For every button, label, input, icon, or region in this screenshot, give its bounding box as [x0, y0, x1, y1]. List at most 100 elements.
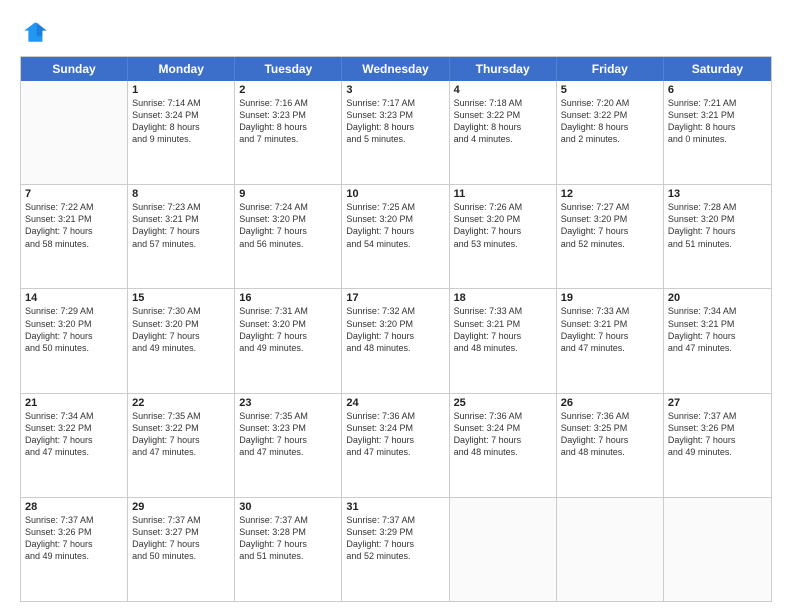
- logo: [20, 18, 52, 46]
- daylight-text: Daylight: 7 hours: [561, 434, 659, 446]
- cal-cell: 15Sunrise: 7:30 AMSunset: 3:20 PMDayligh…: [128, 289, 235, 392]
- page: SundayMondayTuesdayWednesdayThursdayFrid…: [0, 0, 792, 612]
- sunrise-text: Sunrise: 7:16 AM: [239, 97, 337, 109]
- daylight-text: Daylight: 8 hours: [346, 121, 444, 133]
- sunrise-text: Sunrise: 7:34 AM: [668, 305, 767, 317]
- cal-cell: 30Sunrise: 7:37 AMSunset: 3:28 PMDayligh…: [235, 498, 342, 601]
- cal-header-sunday: Sunday: [21, 57, 128, 81]
- sunrise-text: Sunrise: 7:25 AM: [346, 201, 444, 213]
- sunset-text: Sunset: 3:20 PM: [25, 318, 123, 330]
- daylight-hours-text: and 47 minutes.: [561, 342, 659, 354]
- cal-cell: 29Sunrise: 7:37 AMSunset: 3:27 PMDayligh…: [128, 498, 235, 601]
- sunrise-text: Sunrise: 7:26 AM: [454, 201, 552, 213]
- daylight-text: Daylight: 7 hours: [346, 330, 444, 342]
- sunset-text: Sunset: 3:28 PM: [239, 526, 337, 538]
- day-number: 28: [25, 501, 123, 513]
- sunrise-text: Sunrise: 7:30 AM: [132, 305, 230, 317]
- daylight-text: Daylight: 7 hours: [346, 434, 444, 446]
- sunrise-text: Sunrise: 7:37 AM: [239, 514, 337, 526]
- cal-cell: [557, 498, 664, 601]
- daylight-hours-text: and 48 minutes.: [561, 446, 659, 458]
- logo-icon: [20, 18, 48, 46]
- day-number: 29: [132, 501, 230, 513]
- sunset-text: Sunset: 3:23 PM: [239, 422, 337, 434]
- sunset-text: Sunset: 3:22 PM: [561, 109, 659, 121]
- sunset-text: Sunset: 3:21 PM: [454, 318, 552, 330]
- sunrise-text: Sunrise: 7:36 AM: [454, 410, 552, 422]
- day-number: 31: [346, 501, 444, 513]
- cal-cell: 27Sunrise: 7:37 AMSunset: 3:26 PMDayligh…: [664, 394, 771, 497]
- cal-cell: 9Sunrise: 7:24 AMSunset: 3:20 PMDaylight…: [235, 185, 342, 288]
- daylight-hours-text: and 49 minutes.: [668, 446, 767, 458]
- cal-cell: 10Sunrise: 7:25 AMSunset: 3:20 PMDayligh…: [342, 185, 449, 288]
- cal-cell: 18Sunrise: 7:33 AMSunset: 3:21 PMDayligh…: [450, 289, 557, 392]
- daylight-hours-text: and 49 minutes.: [239, 342, 337, 354]
- sunrise-text: Sunrise: 7:37 AM: [668, 410, 767, 422]
- cal-cell: 4Sunrise: 7:18 AMSunset: 3:22 PMDaylight…: [450, 81, 557, 184]
- day-number: 16: [239, 292, 337, 304]
- daylight-text: Daylight: 7 hours: [454, 434, 552, 446]
- day-number: 27: [668, 397, 767, 409]
- daylight-text: Daylight: 7 hours: [25, 330, 123, 342]
- sunset-text: Sunset: 3:21 PM: [668, 318, 767, 330]
- cal-header-thursday: Thursday: [450, 57, 557, 81]
- sunset-text: Sunset: 3:20 PM: [346, 318, 444, 330]
- daylight-hours-text: and 56 minutes.: [239, 238, 337, 250]
- daylight-hours-text: and 47 minutes.: [668, 342, 767, 354]
- daylight-hours-text: and 48 minutes.: [346, 342, 444, 354]
- day-number: 3: [346, 84, 444, 96]
- sunset-text: Sunset: 3:20 PM: [239, 213, 337, 225]
- cal-cell: 19Sunrise: 7:33 AMSunset: 3:21 PMDayligh…: [557, 289, 664, 392]
- sunset-text: Sunset: 3:21 PM: [668, 109, 767, 121]
- cal-cell: 1Sunrise: 7:14 AMSunset: 3:24 PMDaylight…: [128, 81, 235, 184]
- sunrise-text: Sunrise: 7:20 AM: [561, 97, 659, 109]
- cal-cell: 23Sunrise: 7:35 AMSunset: 3:23 PMDayligh…: [235, 394, 342, 497]
- sunset-text: Sunset: 3:26 PM: [668, 422, 767, 434]
- cal-cell: 22Sunrise: 7:35 AMSunset: 3:22 PMDayligh…: [128, 394, 235, 497]
- daylight-hours-text: and 54 minutes.: [346, 238, 444, 250]
- daylight-hours-text: and 47 minutes.: [25, 446, 123, 458]
- daylight-text: Daylight: 7 hours: [132, 434, 230, 446]
- cal-cell: 14Sunrise: 7:29 AMSunset: 3:20 PMDayligh…: [21, 289, 128, 392]
- day-number: 14: [25, 292, 123, 304]
- sunrise-text: Sunrise: 7:33 AM: [454, 305, 552, 317]
- day-number: 25: [454, 397, 552, 409]
- daylight-hours-text: and 51 minutes.: [239, 550, 337, 562]
- daylight-text: Daylight: 7 hours: [346, 225, 444, 237]
- cal-cell: 24Sunrise: 7:36 AMSunset: 3:24 PMDayligh…: [342, 394, 449, 497]
- daylight-text: Daylight: 7 hours: [25, 225, 123, 237]
- daylight-text: Daylight: 7 hours: [239, 225, 337, 237]
- sunrise-text: Sunrise: 7:21 AM: [668, 97, 767, 109]
- cal-cell: 17Sunrise: 7:32 AMSunset: 3:20 PMDayligh…: [342, 289, 449, 392]
- sunset-text: Sunset: 3:24 PM: [132, 109, 230, 121]
- sunrise-text: Sunrise: 7:37 AM: [346, 514, 444, 526]
- sunrise-text: Sunrise: 7:27 AM: [561, 201, 659, 213]
- calendar: SundayMondayTuesdayWednesdayThursdayFrid…: [20, 56, 772, 602]
- daylight-text: Daylight: 8 hours: [239, 121, 337, 133]
- cal-header-monday: Monday: [128, 57, 235, 81]
- daylight-text: Daylight: 7 hours: [239, 330, 337, 342]
- cal-cell: 7Sunrise: 7:22 AMSunset: 3:21 PMDaylight…: [21, 185, 128, 288]
- cal-cell: 12Sunrise: 7:27 AMSunset: 3:20 PMDayligh…: [557, 185, 664, 288]
- cal-cell: [664, 498, 771, 601]
- day-number: 24: [346, 397, 444, 409]
- sunset-text: Sunset: 3:24 PM: [454, 422, 552, 434]
- sunrise-text: Sunrise: 7:37 AM: [132, 514, 230, 526]
- sunset-text: Sunset: 3:21 PM: [561, 318, 659, 330]
- daylight-hours-text: and 5 minutes.: [346, 133, 444, 145]
- sunset-text: Sunset: 3:20 PM: [454, 213, 552, 225]
- cal-header-tuesday: Tuesday: [235, 57, 342, 81]
- day-number: 2: [239, 84, 337, 96]
- daylight-hours-text: and 49 minutes.: [132, 342, 230, 354]
- sunset-text: Sunset: 3:23 PM: [239, 109, 337, 121]
- daylight-hours-text: and 50 minutes.: [25, 342, 123, 354]
- sunrise-text: Sunrise: 7:22 AM: [25, 201, 123, 213]
- day-number: 1: [132, 84, 230, 96]
- sunrise-text: Sunrise: 7:35 AM: [239, 410, 337, 422]
- cal-cell: 13Sunrise: 7:28 AMSunset: 3:20 PMDayligh…: [664, 185, 771, 288]
- sunrise-text: Sunrise: 7:17 AM: [346, 97, 444, 109]
- cal-week-4: 21Sunrise: 7:34 AMSunset: 3:22 PMDayligh…: [21, 394, 771, 498]
- cal-cell: 8Sunrise: 7:23 AMSunset: 3:21 PMDaylight…: [128, 185, 235, 288]
- daylight-hours-text: and 52 minutes.: [561, 238, 659, 250]
- sunrise-text: Sunrise: 7:37 AM: [25, 514, 123, 526]
